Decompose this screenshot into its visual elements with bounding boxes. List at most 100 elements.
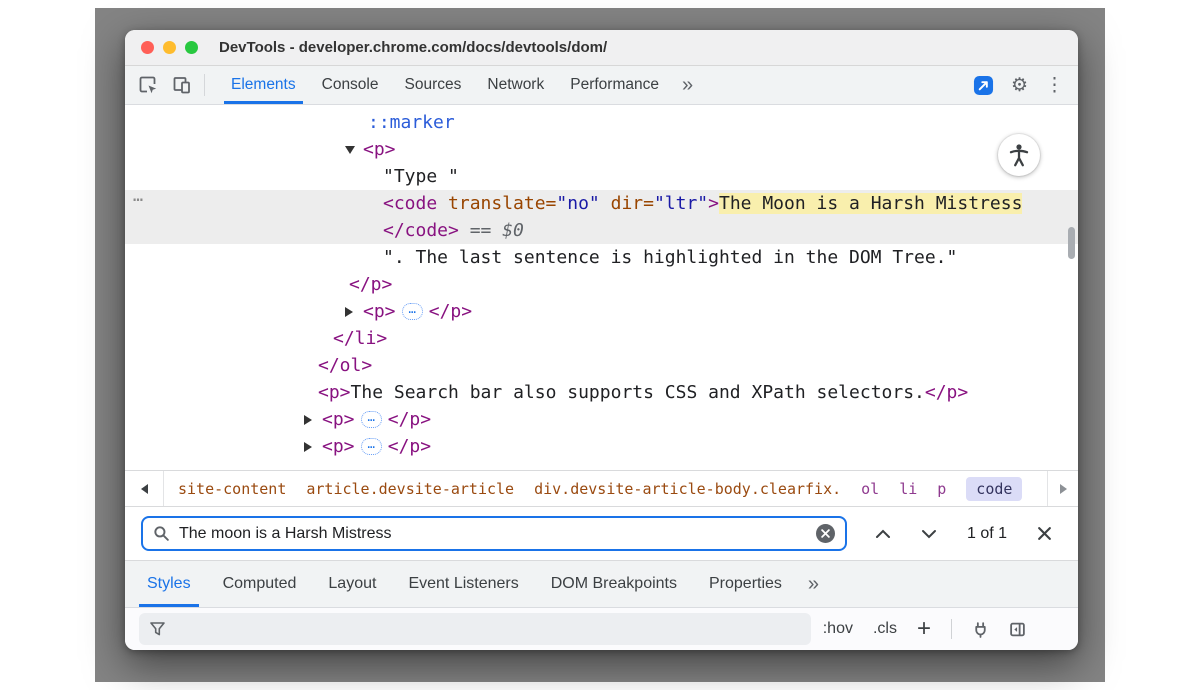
collapse-arrow-icon[interactable] xyxy=(345,146,363,154)
breadcrumb-scroll-left-button[interactable] xyxy=(125,471,164,506)
chevron-left-icon xyxy=(141,484,148,494)
search-icon xyxy=(153,525,170,542)
element-state-toggle[interactable]: :hov xyxy=(823,620,853,638)
styles-toolbar: :hov .cls + xyxy=(125,608,1078,650)
breadcrumb-item-div-body[interactable]: div.devsite-article-body.clearfix. xyxy=(534,480,841,498)
next-match-chevron-down-icon[interactable] xyxy=(921,529,937,539)
gray-backdrop: DevTools - developer.chrome.com/docs/dev… xyxy=(95,8,1105,682)
dom-row-collapsed-p[interactable]: <p> ⋯ </p> xyxy=(125,298,1078,325)
menu-kebab-icon[interactable]: ⋮ xyxy=(1045,76,1064,95)
close-window-button[interactable] xyxy=(141,41,154,54)
tab-performance[interactable]: Performance xyxy=(557,66,672,104)
inline-expand-button[interactable]: ⋯ xyxy=(361,438,382,455)
attribute-name: translate= xyxy=(437,193,556,214)
toolbar-separator xyxy=(204,74,205,96)
inspect-element-button[interactable] xyxy=(131,66,165,104)
dom-row-collapsed-p[interactable]: <p> ⋯ </p> xyxy=(125,433,1078,460)
clear-search-button[interactable] xyxy=(816,524,835,543)
dom-row-p-close[interactable]: </p> xyxy=(125,271,1078,298)
tab-layout[interactable]: Layout xyxy=(312,561,392,607)
close-tag: </p> xyxy=(925,382,968,403)
open-tag: <p> xyxy=(322,409,355,430)
inline-expand-button[interactable]: ⋯ xyxy=(361,411,382,428)
breadcrumb-item-code-selected[interactable]: code xyxy=(966,477,1022,501)
close-search-icon[interactable] xyxy=(1037,526,1052,541)
dom-row-text-sentence[interactable]: ". The last sentence is highlighted in t… xyxy=(125,244,1078,271)
dom-row-li-close[interactable]: </li> xyxy=(125,325,1078,352)
close-tag: </li> xyxy=(333,328,387,349)
breadcrumb-item-li[interactable]: li xyxy=(899,480,917,498)
tab-elements[interactable]: Elements xyxy=(218,66,309,104)
tab-properties[interactable]: Properties xyxy=(693,561,798,607)
close-tag: </p> xyxy=(388,436,431,457)
search-navigation-controls: 1 of 1 xyxy=(875,525,1052,543)
tab-computed[interactable]: Computed xyxy=(207,561,313,607)
zoom-window-button[interactable] xyxy=(185,41,198,54)
previous-match-chevron-up-icon[interactable] xyxy=(875,529,891,539)
vertical-scrollbar-thumb[interactable] xyxy=(1068,227,1075,259)
breadcrumb-item-site-content[interactable]: site-content xyxy=(178,480,286,498)
styles-toolbar-controls: :hov .cls + xyxy=(823,617,1064,641)
tab-styles[interactable]: Styles xyxy=(131,561,207,607)
breadcrumb-item-article[interactable]: article.devsite-article xyxy=(306,480,514,498)
chevron-right-icon xyxy=(1060,484,1067,494)
breadcrumb-bar: site-content article.devsite-article div… xyxy=(125,470,1078,507)
sidebar-tab-strip: Styles Computed Layout Event Listeners D… xyxy=(125,561,1078,608)
tag-bracket: > xyxy=(708,193,719,214)
minimize-window-button[interactable] xyxy=(163,41,176,54)
tab-event-listeners[interactable]: Event Listeners xyxy=(392,561,534,607)
settings-gear-icon[interactable]: ⚙ xyxy=(1011,76,1028,95)
accessibility-overlay-button[interactable] xyxy=(998,134,1040,176)
search-input[interactable] xyxy=(179,525,816,543)
dom-row-p-search-bar[interactable]: <p> The Search bar also supports CSS and… xyxy=(125,379,1078,406)
expand-arrow-icon[interactable] xyxy=(345,307,363,317)
expand-arrow-icon[interactable] xyxy=(304,442,322,452)
inline-expand-button[interactable]: ⋯ xyxy=(402,303,423,320)
styles-filter-box xyxy=(139,613,811,645)
plug-icon[interactable] xyxy=(972,621,989,638)
styles-filter-input[interactable] xyxy=(173,620,800,639)
window-title: DevTools - developer.chrome.com/docs/dev… xyxy=(219,39,607,56)
close-tag: </p> xyxy=(349,274,392,295)
dom-row-code-open-selected[interactable]: ⋯ <code translate= "no" dir= "ltr" > The… xyxy=(125,190,1078,217)
match-count: 1 of 1 xyxy=(967,525,1007,543)
more-tabs-button[interactable]: » xyxy=(672,66,703,104)
equals-sign: == xyxy=(459,220,502,241)
node-menu-dots[interactable]: ⋯ xyxy=(133,190,144,210)
attribute-name: dir= xyxy=(600,193,654,214)
dom-row-code-close-selected[interactable]: </code> == $0 xyxy=(125,217,1078,244)
close-tag: </p> xyxy=(388,409,431,430)
tab-network[interactable]: Network xyxy=(474,66,557,104)
breadcrumb-item-p[interactable]: p xyxy=(937,480,946,498)
element-classes-toggle[interactable]: .cls xyxy=(873,620,897,638)
tab-sources[interactable]: Sources xyxy=(392,66,475,104)
device-toolbar-icon xyxy=(172,75,192,95)
breadcrumb-item-ol[interactable]: ol xyxy=(861,480,879,498)
open-tag: <p> xyxy=(363,301,396,322)
open-tag: <p> xyxy=(318,382,351,403)
text-node: "Type " xyxy=(383,166,459,187)
dom-row-ol-close[interactable]: </ol> xyxy=(125,352,1078,379)
expand-arrow-icon[interactable] xyxy=(304,415,322,425)
new-style-rule-button[interactable]: + xyxy=(917,617,931,641)
toggle-sidebar-icon[interactable] xyxy=(1009,621,1026,638)
breadcrumb-scroll-right-button[interactable] xyxy=(1047,471,1078,506)
dom-row-marker[interactable]: ::marker xyxy=(125,109,1078,136)
more-sidebar-tabs-button[interactable]: » xyxy=(798,561,829,607)
device-toolbar-button[interactable] xyxy=(165,66,199,104)
devtools-window: DevTools - developer.chrome.com/docs/dev… xyxy=(125,30,1078,650)
screencast-icon[interactable] xyxy=(973,75,994,96)
dollar-zero-reference: $0 xyxy=(502,220,524,241)
toolbar-right-icons: ⚙ ⋮ xyxy=(973,66,1078,104)
dom-row-collapsed-p[interactable]: <p> ⋯ </p> xyxy=(125,406,1078,433)
dom-search-bar: 1 of 1 xyxy=(125,507,1078,561)
dom-row-text-type[interactable]: "Type " xyxy=(125,163,1078,190)
tab-dom-breakpoints[interactable]: DOM Breakpoints xyxy=(535,561,693,607)
search-match-highlight: The Moon is a Harsh Mistress xyxy=(719,193,1022,214)
filter-funnel-icon xyxy=(150,622,165,636)
tab-console[interactable]: Console xyxy=(309,66,392,104)
panel-tab-strip: Elements Console Sources Network Perform… xyxy=(218,66,703,104)
open-tag: <p> xyxy=(363,139,396,160)
open-tag: <p> xyxy=(322,436,355,457)
dom-row-p-open[interactable]: <p> xyxy=(125,136,1078,163)
